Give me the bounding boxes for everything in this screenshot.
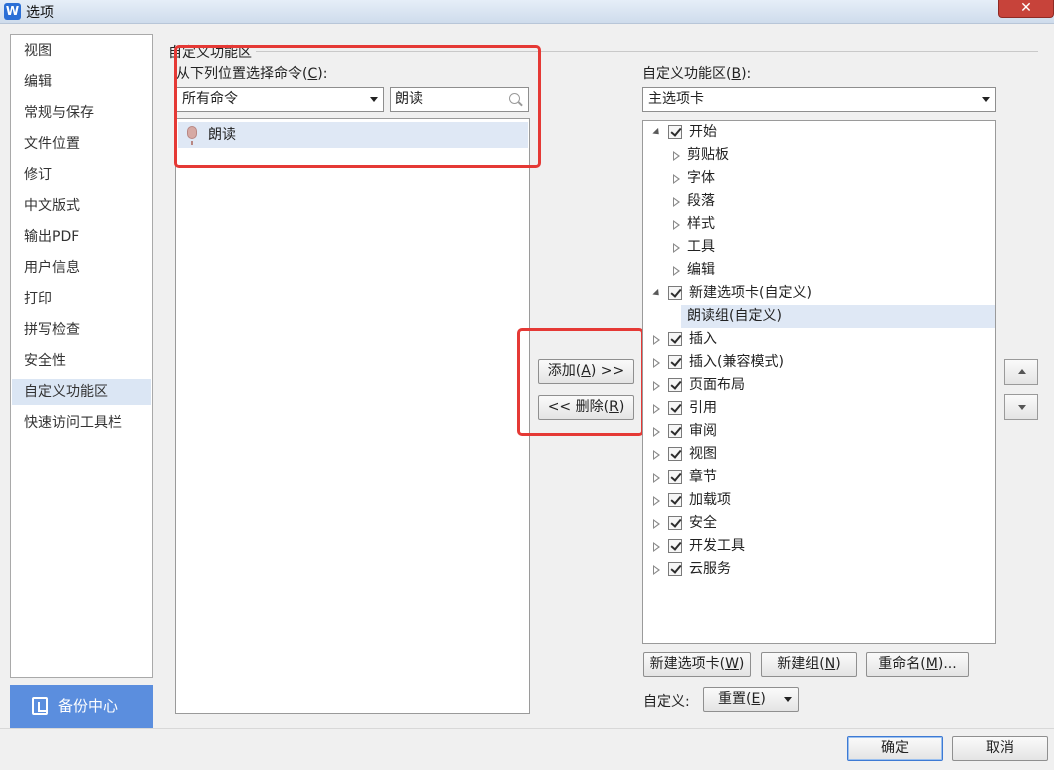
checkbox-icon[interactable] <box>668 539 682 553</box>
ribbon-tabs-dropdown[interactable]: 主选项卡 <box>642 87 996 112</box>
expand-closed-icon[interactable] <box>653 404 660 414</box>
expand-closed-icon[interactable] <box>653 519 660 529</box>
title-bar: W 选项 ✕ <box>0 0 1054 24</box>
nav-item-print[interactable]: 打印 <box>12 286 151 312</box>
cancel-button[interactable]: 取消 <box>952 736 1048 761</box>
tree-item-tools[interactable]: 工具 <box>643 236 995 259</box>
nav-item-revision[interactable]: 修订 <box>12 162 151 188</box>
customize-label: 自定义: <box>643 694 690 710</box>
nav-item-view[interactable]: 视图 <box>12 38 151 64</box>
arrow-up-icon <box>1018 369 1026 374</box>
nav-item-chinese-layout[interactable]: 中文版式 <box>12 193 151 219</box>
expand-closed-icon[interactable] <box>673 266 680 276</box>
command-list[interactable]: 朗读 <box>175 118 530 714</box>
tree-item-section[interactable]: 章节 <box>643 466 995 489</box>
chevron-down-icon <box>784 697 792 702</box>
wps-app-icon: W <box>4 3 21 20</box>
tree-item-font[interactable]: 字体 <box>643 167 995 190</box>
expand-closed-icon[interactable] <box>653 496 660 506</box>
checkbox-icon[interactable] <box>668 516 682 530</box>
options-nav: 视图 编辑 常规与保存 文件位置 修订 中文版式 输出PDF 用户信息 打印 拼… <box>10 34 153 678</box>
tree-item-security[interactable]: 安全 <box>643 512 995 535</box>
checkbox-icon[interactable] <box>668 493 682 507</box>
checkbox-icon[interactable] <box>668 125 682 139</box>
expand-closed-icon[interactable] <box>653 450 660 460</box>
checkbox-icon[interactable] <box>668 401 682 415</box>
checkbox-icon[interactable] <box>668 562 682 576</box>
customize-ribbon-label: 自定义功能区(B): <box>642 66 752 82</box>
tree-item-clipboard[interactable]: 剪贴板 <box>643 144 995 167</box>
nav-item-file-location[interactable]: 文件位置 <box>12 131 151 157</box>
tree-item-start[interactable]: 开始 <box>643 121 995 144</box>
window-title: 选项 <box>26 5 54 21</box>
checkbox-icon[interactable] <box>668 355 682 369</box>
checkbox-icon[interactable] <box>668 378 682 392</box>
tree-item-addins[interactable]: 加载项 <box>643 489 995 512</box>
tree-item-review[interactable]: 审阅 <box>643 420 995 443</box>
expand-closed-icon[interactable] <box>673 243 680 253</box>
checkbox-icon[interactable] <box>668 332 682 346</box>
expand-closed-icon[interactable] <box>673 174 680 184</box>
tree-item-references[interactable]: 引用 <box>643 397 995 420</box>
expand-closed-icon[interactable] <box>653 542 660 552</box>
ribbon-tabs-value: 主选项卡 <box>648 91 704 107</box>
expand-open-icon[interactable] <box>652 127 662 138</box>
footer-divider <box>0 728 1054 729</box>
tree-item-style[interactable]: 样式 <box>643 213 995 236</box>
nav-item-security[interactable]: 安全性 <box>12 348 151 374</box>
checkbox-icon[interactable] <box>668 424 682 438</box>
move-down-button[interactable] <box>1004 394 1038 420</box>
checkbox-icon[interactable] <box>668 470 682 484</box>
tree-item-editing[interactable]: 编辑 <box>643 259 995 282</box>
expand-closed-icon[interactable] <box>653 473 660 483</box>
nav-item-export-pdf[interactable]: 输出PDF <box>12 224 151 250</box>
chevron-down-icon <box>982 97 990 102</box>
expand-closed-icon[interactable] <box>653 335 660 345</box>
expand-open-icon[interactable] <box>652 288 662 299</box>
rename-button[interactable]: 重命名(M)... <box>866 652 969 677</box>
tree-item-page-layout[interactable]: 页面布局 <box>643 374 995 397</box>
tree-item-insert-compat[interactable]: 插入(兼容模式) <box>643 351 995 374</box>
expand-closed-icon[interactable] <box>673 197 680 207</box>
expand-closed-icon[interactable] <box>653 358 660 368</box>
tree-item-insert[interactable]: 插入 <box>643 328 995 351</box>
checkbox-icon[interactable] <box>668 286 682 300</box>
nav-item-edit[interactable]: 编辑 <box>12 69 151 95</box>
move-up-button[interactable] <box>1004 359 1038 385</box>
highlight-box-search <box>174 45 541 168</box>
tree-item-view[interactable]: 视图 <box>643 443 995 466</box>
ok-button[interactable]: 确定 <box>847 736 943 761</box>
expand-closed-icon[interactable] <box>653 565 660 575</box>
highlight-box-buttons <box>517 328 644 436</box>
expand-closed-icon[interactable] <box>673 220 680 230</box>
tree-item-new-tab-custom[interactable]: 新建选项卡(自定义) <box>643 282 995 305</box>
ribbon-tree[interactable]: 开始 剪贴板 字体 段落 样式 工具 编辑 新建选项卡(自定义) 朗读组(自定义… <box>642 120 996 644</box>
nav-item-quick-access-toolbar[interactable]: 快速访问工具栏 <box>12 410 151 436</box>
new-group-button[interactable]: 新建组(N) <box>761 652 857 677</box>
close-button[interactable]: ✕ <box>998 0 1054 18</box>
expand-closed-icon[interactable] <box>653 381 660 391</box>
backup-icon <box>32 697 48 715</box>
new-tab-button[interactable]: 新建选项卡(W) <box>643 652 751 677</box>
nav-item-spell-check[interactable]: 拼写检查 <box>12 317 151 343</box>
expand-closed-icon[interactable] <box>653 427 660 437</box>
backup-center-label: 备份中心 <box>58 697 119 715</box>
checkbox-icon[interactable] <box>668 447 682 461</box>
nav-item-general-save[interactable]: 常规与保存 <box>12 100 151 126</box>
backup-center-button[interactable]: 备份中心 <box>10 685 153 728</box>
arrow-down-icon <box>1018 405 1026 410</box>
nav-item-user-info[interactable]: 用户信息 <box>12 255 151 281</box>
tree-item-read-group-custom[interactable]: 朗读组(自定义) <box>681 305 995 328</box>
expand-closed-icon[interactable] <box>673 151 680 161</box>
reset-dropdown[interactable]: 重置(E) <box>703 687 799 712</box>
tree-item-paragraph[interactable]: 段落 <box>643 190 995 213</box>
tree-item-developer-tools[interactable]: 开发工具 <box>643 535 995 558</box>
tree-item-cloud-services[interactable]: 云服务 <box>643 558 995 581</box>
nav-item-customize-ribbon[interactable]: 自定义功能区 <box>12 379 151 405</box>
